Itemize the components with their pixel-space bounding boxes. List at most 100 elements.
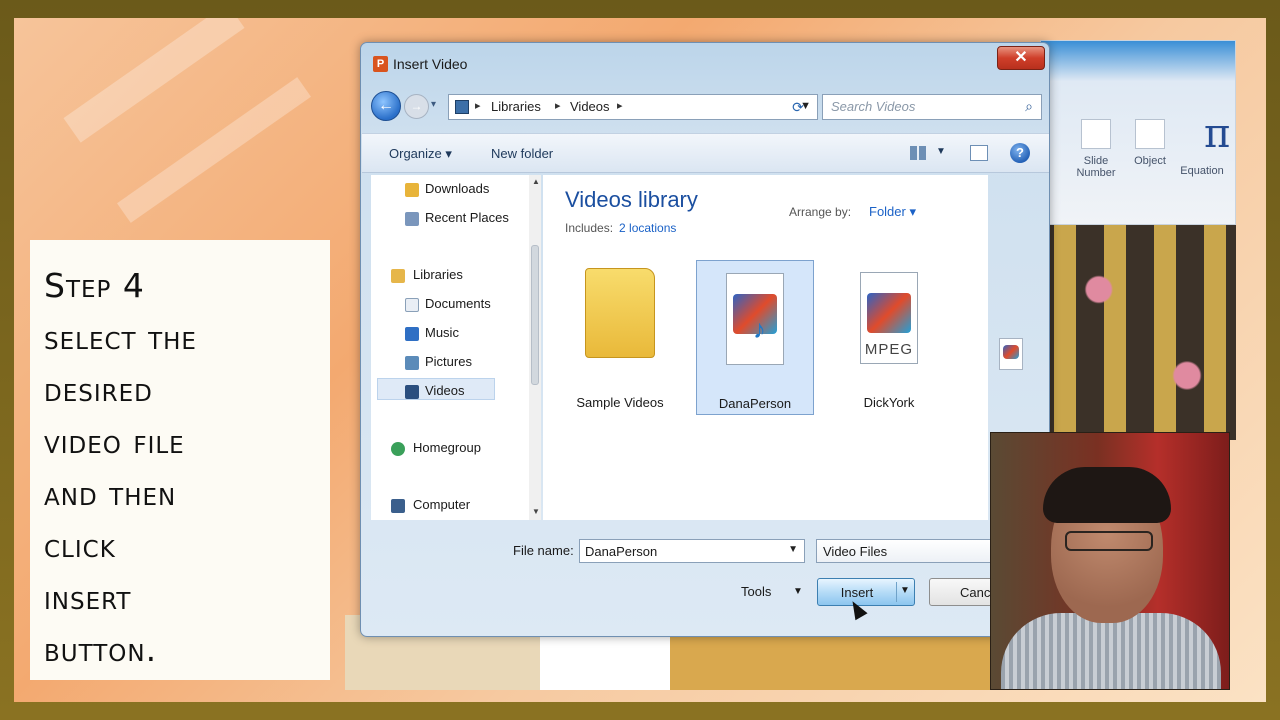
forward-button[interactable]: → [404, 94, 429, 119]
computer-icon [391, 499, 405, 513]
background-ribbon: Slide Number Object π Equation [1040, 40, 1236, 225]
powerpoint-icon: P [373, 56, 388, 72]
music-icon [405, 327, 419, 341]
help-icon[interactable]: ? [1010, 143, 1030, 163]
file-name: Sample Videos [576, 395, 664, 410]
file-name-value: DanaPerson [585, 544, 658, 559]
step-line: video file [44, 422, 185, 461]
split-divider [896, 582, 897, 602]
ribbon-label: Equation [1180, 165, 1224, 177]
slide-number-icon [1081, 119, 1111, 149]
view-dropdown-icon[interactable]: ▼ [936, 146, 946, 157]
mpeg-file-icon: MPEG [860, 272, 918, 364]
homegroup-icon [391, 442, 405, 456]
insert-dropdown-icon[interactable]: ▼ [900, 585, 910, 596]
recent-locations-dropdown[interactable]: ▾ [431, 99, 436, 110]
insert-button[interactable]: Insert ▼ [817, 578, 915, 606]
includes-label: Includes: [565, 221, 614, 235]
media-file-icon: ♪ [726, 273, 784, 365]
presenter-hair [1043, 467, 1171, 523]
presenter-glasses [1065, 531, 1153, 551]
nav-scrollbar[interactable]: ▲ ▼ [529, 175, 541, 520]
file-name-label: File name: [513, 543, 574, 558]
step-line: desired [44, 370, 153, 409]
file-type-value: Video Files [823, 544, 888, 559]
search-icon[interactable]: ⌕ [1025, 98, 1033, 115]
scroll-up-icon[interactable]: ▲ [532, 177, 540, 186]
scroll-thumb[interactable] [531, 245, 539, 385]
step-line: Step 4 [44, 266, 145, 305]
breadcrumb-videos[interactable]: Videos [570, 99, 610, 114]
arrange-by-label: Arrange by: [789, 205, 852, 219]
new-folder-button[interactable]: New folder [491, 146, 553, 161]
chevron-down-icon[interactable]: ▼ [788, 544, 798, 555]
ribbon-slide-number: Slide Number [1073, 119, 1119, 179]
presenter-shirt [1001, 613, 1221, 689]
partial-media-file-icon[interactable] [999, 338, 1023, 370]
locations-link[interactable]: 2 locations [619, 221, 676, 235]
chevron-right-icon[interactable]: ▸ [617, 99, 623, 112]
step-line: button. [44, 630, 158, 669]
nav-item-recent-places[interactable]: Recent Places [425, 210, 509, 225]
nav-item-videos[interactable]: Videos [425, 383, 465, 398]
library-icon [455, 100, 469, 114]
bg-streak [117, 77, 311, 223]
dialog-titlebar[interactable]: P Insert Video ✕ [361, 43, 1049, 83]
close-button[interactable]: ✕ [997, 46, 1045, 70]
preview-pane-icon[interactable] [970, 145, 988, 161]
ribbon-object: Object [1127, 119, 1173, 167]
file-name: DanaPerson [718, 396, 792, 411]
organize-button[interactable]: Organize ▾ [389, 146, 452, 162]
file-name-field[interactable]: DanaPerson ▼ [579, 539, 805, 563]
nav-item-homegroup[interactable]: Homegroup [413, 440, 481, 455]
insert-video-dialog: P Insert Video ✕ ← → ▾ ▸ Libraries ▸ Vid… [360, 42, 1050, 637]
step-line: and then [44, 474, 177, 513]
object-icon [1135, 119, 1165, 149]
libraries-icon [391, 269, 405, 283]
videos-icon [405, 385, 419, 399]
tools-dropdown-icon[interactable]: ▼ [793, 586, 803, 597]
file-list-pane: Videos library Includes: 2 locations Arra… [543, 175, 988, 520]
search-placeholder: Search Videos [831, 99, 916, 114]
equation-icon: π [1204, 111, 1231, 157]
nav-item-downloads[interactable]: Downloads [425, 181, 489, 196]
step-line: select the [44, 318, 197, 357]
back-button[interactable]: ← [371, 91, 401, 121]
file-name: DickYork [863, 395, 915, 410]
address-bar[interactable]: ▸ Libraries ▸ Videos ▸ ▼ [448, 94, 818, 120]
file-item-danaperson[interactable]: ♪ DanaPerson [696, 260, 814, 415]
arrange-by-dropdown[interactable]: Folder ▾ [869, 204, 916, 220]
step-line: insert [44, 578, 132, 617]
media-thumbnail [867, 293, 911, 333]
documents-icon [405, 298, 419, 312]
media-thumbnail [1003, 345, 1019, 359]
nav-item-computer[interactable]: Computer [413, 497, 470, 512]
ribbon-equation: Equation [1179, 165, 1225, 177]
nav-item-documents[interactable]: Documents [425, 296, 491, 311]
webcam-overlay [990, 432, 1230, 690]
dialog-title: Insert Video [393, 56, 468, 72]
recent-places-icon [405, 212, 419, 226]
breadcrumb-libraries[interactable]: Libraries [491, 99, 541, 114]
folder-icon [585, 268, 655, 358]
ribbon-label: Slide Number [1076, 155, 1116, 179]
nav-item-libraries[interactable]: Libraries [413, 267, 463, 282]
downloads-icon [405, 183, 419, 197]
library-title: Videos library [565, 187, 698, 212]
command-toolbar: Organize ▾ New folder ▼ ? [362, 133, 1049, 173]
music-note-icon: ♪ [753, 314, 766, 344]
nav-item-music[interactable]: Music [425, 325, 459, 340]
chevron-right-icon[interactable]: ▸ [555, 99, 561, 112]
nav-item-pictures[interactable]: Pictures [425, 354, 472, 369]
tools-button[interactable]: Tools [741, 584, 771, 599]
mpeg-badge: MPEG [864, 341, 914, 358]
scroll-down-icon[interactable]: ▼ [532, 507, 540, 516]
chevron-right-icon[interactable]: ▸ [475, 99, 481, 112]
refresh-icon[interactable]: ⟳ [786, 96, 810, 118]
file-item-dickyork[interactable]: MPEG DickYork [830, 260, 948, 415]
pictures-icon [405, 356, 419, 370]
search-input[interactable]: Search Videos ⌕ [822, 94, 1042, 120]
file-item-sample-videos[interactable]: Sample Videos [561, 260, 679, 415]
step-instructions: Step 4 select the desired video file and… [30, 240, 330, 680]
change-view-icon[interactable] [910, 146, 926, 160]
